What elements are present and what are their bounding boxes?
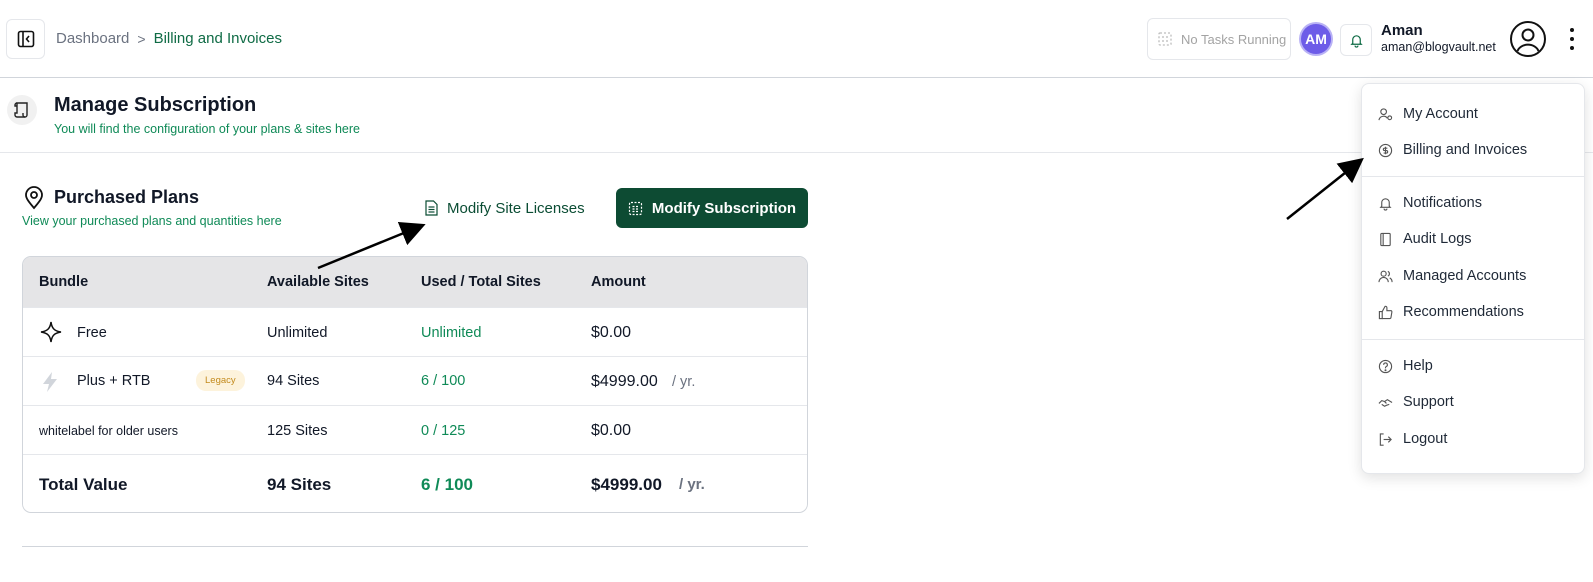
- menu-item-support[interactable]: Support: [1378, 390, 1454, 414]
- bundle-name: Plus + RTB: [77, 373, 151, 389]
- used-total-sites: 6 / 100: [421, 373, 466, 389]
- total-label: Total Value: [39, 475, 128, 494]
- amount: $0.00: [591, 324, 632, 341]
- amount: $0.00: [591, 422, 632, 439]
- total-billing-period: / yr.: [679, 476, 705, 493]
- column-header-amount: Amount: [591, 274, 646, 290]
- table-row: Free Unlimited Unlimited $0.00: [23, 307, 807, 356]
- logout-icon: [1379, 432, 1392, 446]
- menu-item-label: Recommendations: [1403, 304, 1524, 320]
- page-subtitle: You will find the configuration of your …: [54, 122, 360, 136]
- available-sites: 94 Sites: [267, 373, 320, 389]
- table-header: Bundle Available Sites Used / Total Site…: [23, 257, 807, 307]
- menu-item-label: Notifications: [1403, 195, 1482, 211]
- bundle-name: Free: [77, 325, 107, 341]
- dollar-circle-icon: [1378, 143, 1393, 157]
- used-total-sites: Unlimited: [421, 325, 482, 341]
- location-pin-icon: [25, 186, 43, 210]
- modify-subscription-button[interactable]: Modify Subscription: [616, 188, 808, 228]
- table-row: whitelabel for older users 125 Sites 0 /…: [23, 405, 807, 454]
- menu-item-label: Managed Accounts: [1403, 268, 1527, 284]
- menu-item-label: Support: [1403, 394, 1454, 410]
- available-sites: 125 Sites: [267, 423, 328, 439]
- menu-item-label: My Account: [1403, 106, 1478, 122]
- column-header-available-sites: Available Sites: [267, 274, 369, 290]
- available-sites: Unlimited: [267, 325, 328, 341]
- menu-item-notifications[interactable]: Notifications: [1378, 191, 1482, 215]
- page-title: Manage Subscription: [54, 94, 257, 116]
- user-name: Aman: [1381, 22, 1423, 39]
- user-profile-icon[interactable]: [1509, 20, 1547, 58]
- plans-table: Bundle Available Sites Used / Total Site…: [22, 256, 808, 513]
- total-available-sites: 94 Sites: [267, 475, 332, 494]
- menu-item-billing[interactable]: Billing and Invoices: [1378, 138, 1527, 162]
- billing-period: / yr.: [672, 374, 696, 390]
- help-circle-icon: [1378, 359, 1393, 373]
- lightning-icon: [43, 372, 57, 392]
- table-row: Plus + RTB Legacy 94 Sites 6 / 100 $4999…: [23, 356, 807, 405]
- divider: [22, 546, 808, 547]
- handshake-icon: [1378, 398, 1393, 407]
- avatar[interactable]: AM: [1301, 24, 1331, 54]
- menu-divider: [1362, 176, 1584, 177]
- top-bar: Dashboard > Billing and Invoices No Task…: [0, 0, 1593, 78]
- users-icon: [1378, 270, 1393, 282]
- modify-subscription-label: Modify Subscription: [651, 199, 797, 217]
- arrow-to-billing-menu: [1286, 157, 1364, 220]
- tasks-status-button[interactable]: No Tasks Running: [1147, 18, 1291, 60]
- bell-icon: [1349, 34, 1363, 48]
- menu-item-help[interactable]: Help: [1378, 354, 1433, 378]
- menu-item-label: Billing and Invoices: [1403, 142, 1528, 158]
- column-header-bundle: Bundle: [39, 274, 89, 290]
- breadcrumb: Dashboard > Billing and Invoices: [56, 30, 282, 47]
- table-total-row: Total Value 94 Sites 6 / 100 $4999.00 / …: [23, 454, 807, 512]
- tasks-icon: [1158, 32, 1172, 46]
- menu-item-label: Audit Logs: [1403, 231, 1472, 247]
- account-dropdown-menu: My Account Billing and Invoices Notifica…: [1361, 83, 1585, 474]
- tasks-status-label: No Tasks Running: [1181, 31, 1287, 47]
- more-options-icon[interactable]: [1565, 24, 1579, 54]
- notebook-icon: [1380, 232, 1391, 246]
- menu-item-audit-logs[interactable]: Audit Logs: [1378, 227, 1472, 251]
- page-header: Manage Subscription You will find the co…: [0, 78, 1593, 153]
- column-header-used-total: Used / Total Sites: [421, 274, 541, 290]
- total-used-total-sites: 6 / 100: [421, 475, 473, 494]
- modify-site-licenses-button[interactable]: Modify Site Licenses: [425, 196, 585, 220]
- sidebar-toggle-button[interactable]: [6, 19, 45, 59]
- thumbs-up-icon: [1378, 305, 1393, 319]
- used-total-sites: 0 / 125: [421, 423, 466, 439]
- breadcrumb-dashboard[interactable]: Dashboard: [56, 30, 129, 47]
- receipt-icon: [628, 201, 643, 215]
- menu-item-recommendations[interactable]: Recommendations: [1378, 300, 1524, 324]
- amount: $4999.00: [591, 373, 658, 390]
- document-icon: [425, 200, 438, 216]
- sidebar-collapse-icon: [17, 30, 34, 48]
- menu-divider: [1362, 339, 1584, 340]
- purchased-plans-subtitle: View your purchased plans and quantities…: [22, 214, 282, 228]
- menu-item-logout[interactable]: Logout: [1378, 427, 1447, 451]
- modify-site-licenses-label: Modify Site Licenses: [447, 199, 585, 217]
- user-email: aman@blogvault.net: [1381, 40, 1496, 54]
- bundle-name: whitelabel for older users: [39, 424, 178, 438]
- notifications-button[interactable]: [1340, 24, 1372, 56]
- total-amount: $4999.00: [591, 475, 662, 494]
- menu-item-my-account[interactable]: My Account: [1378, 102, 1478, 126]
- sparkle-icon: [40, 321, 62, 343]
- menu-item-label: Logout: [1403, 431, 1448, 447]
- breadcrumb-billing: Billing and Invoices: [153, 30, 282, 47]
- user-settings-icon: [1378, 107, 1393, 120]
- purchased-plans-title: Purchased Plans: [54, 187, 200, 207]
- menu-item-managed-accounts[interactable]: Managed Accounts: [1378, 264, 1526, 288]
- chevron-right-icon: >: [137, 30, 146, 47]
- legacy-badge: Legacy: [196, 370, 245, 391]
- bell-icon: [1379, 197, 1392, 211]
- scroll-icon: [7, 95, 37, 125]
- menu-item-label: Help: [1403, 358, 1433, 374]
